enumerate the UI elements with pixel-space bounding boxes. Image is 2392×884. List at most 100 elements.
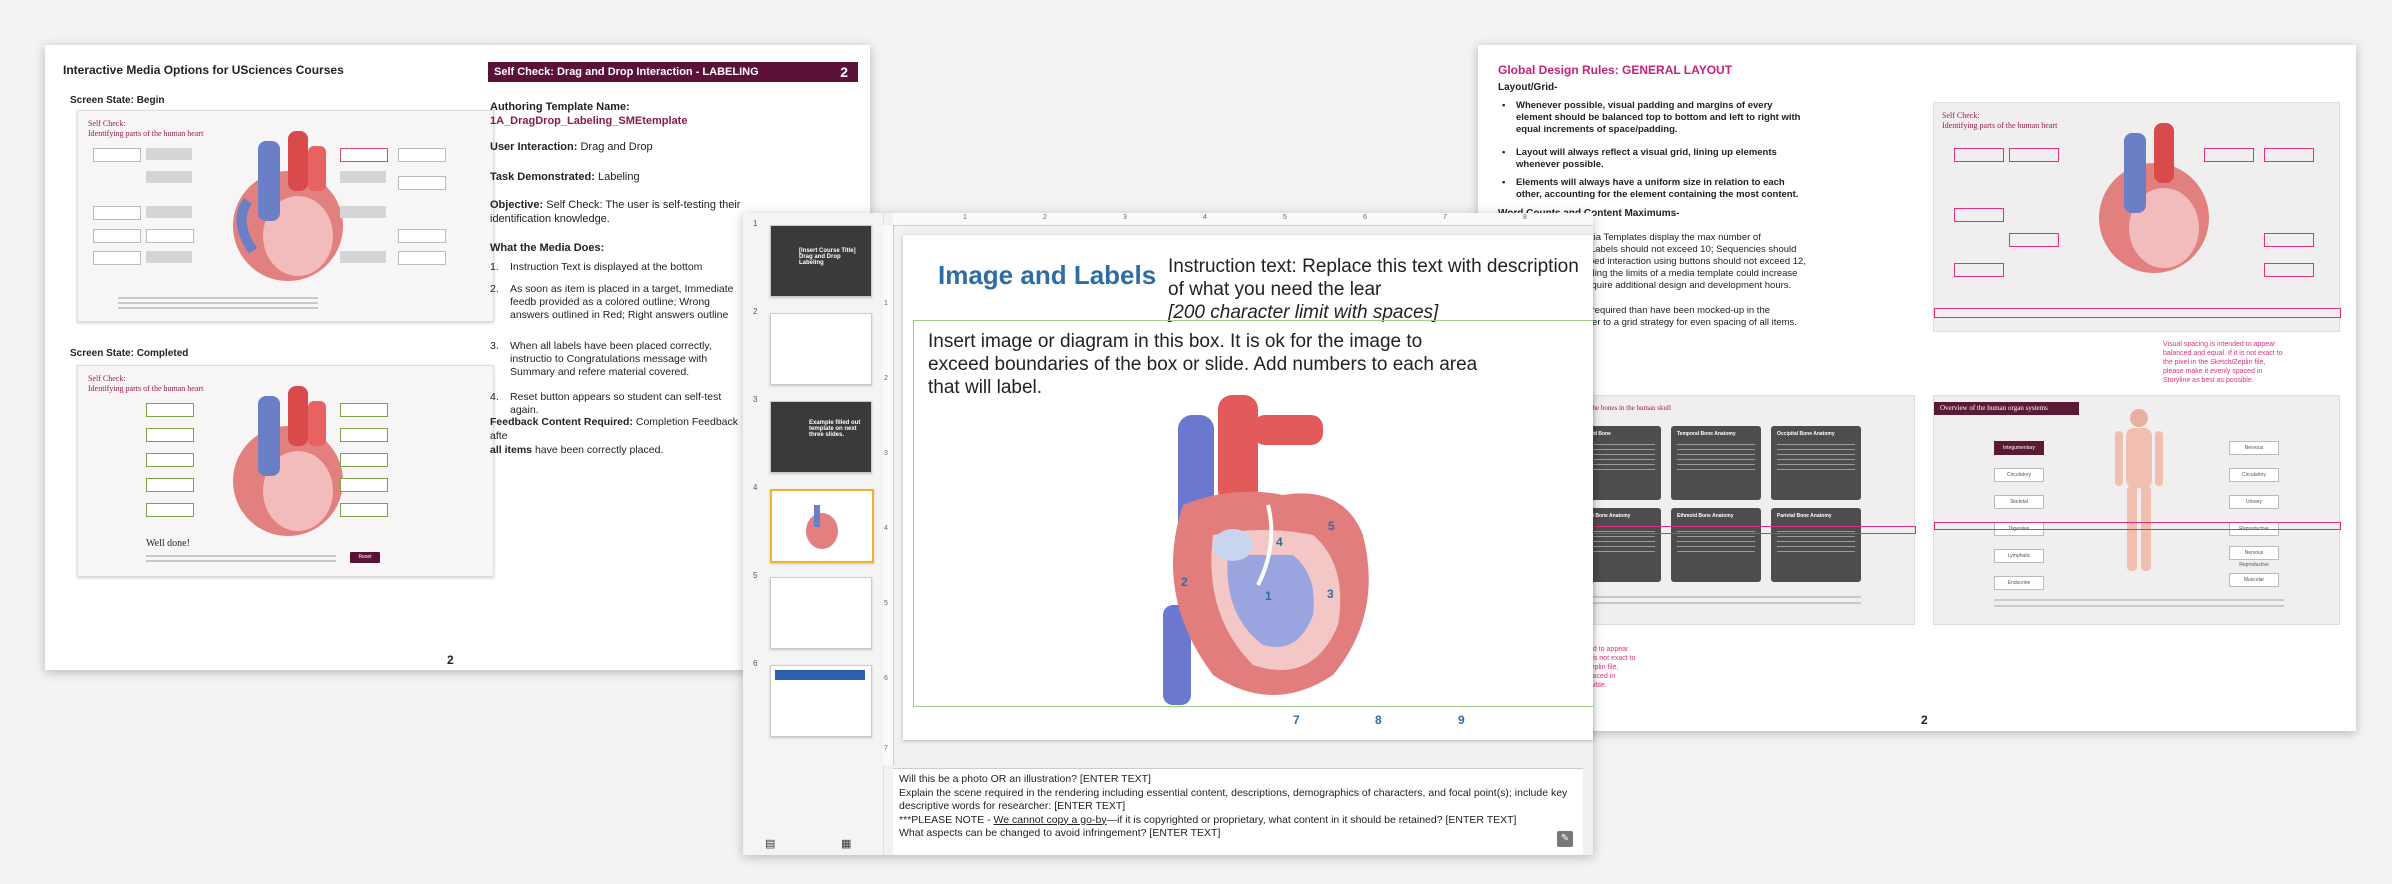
bone-card[interactable]: Temporal Bone Anatomy <box>1671 426 1761 500</box>
organ-button[interactable]: Endocrine <box>1994 576 2044 590</box>
bone-card[interactable]: Occipital Bone Anatomy <box>1771 426 1861 500</box>
spacing-guide <box>1954 148 2004 162</box>
thumb-title: Self Check: Identifying parts of the huma… <box>88 374 204 393</box>
slide-thumb-2[interactable] <box>770 313 872 385</box>
placed-label <box>146 403 194 417</box>
heart-illustration <box>233 386 343 536</box>
slide-title[interactable]: Image and Labels <box>938 260 1156 291</box>
heart-layout-mockup: Self Check: Identifying parts of the huma… <box>1933 102 2341 332</box>
placed-label <box>146 503 194 517</box>
list-item: 3. When all labels have been placed corre… <box>490 340 712 378</box>
label-item[interactable] <box>146 229 194 243</box>
drop-slot[interactable] <box>340 251 386 263</box>
section-header: Self Check: Drag and Drop Interaction - … <box>488 62 858 82</box>
summary-lines <box>146 552 336 562</box>
spacing-guide <box>2264 263 2314 277</box>
heart-number-1: 1 <box>1265 589 1272 603</box>
organ-button[interactable]: Lymphatic <box>1994 549 2044 563</box>
spacing-guide <box>1954 263 2004 277</box>
drop-slot[interactable] <box>146 206 192 218</box>
doc-title: Interactive Media Options for USciences … <box>63 63 344 77</box>
drop-slot[interactable] <box>146 251 192 263</box>
grid-view-icon[interactable]: ▦ <box>841 837 851 850</box>
slide-canvas[interactable]: Image and Labels Instruction text: Repla… <box>903 235 1593 740</box>
organ-button[interactable]: Urinary <box>2229 495 2279 509</box>
notes-line: Will this be a photo OR an illustration?… <box>899 773 1151 785</box>
spacing-guide <box>2264 233 2314 247</box>
heart-diagram[interactable] <box>1123 385 1403 715</box>
instruction-text[interactable]: Instruction text: Replace this text with… <box>1168 255 1593 324</box>
thumb-header-bar <box>775 670 865 680</box>
task-demonstrated: Task Demonstrated: Labeling <box>490 171 640 183</box>
speaker-notes[interactable]: Will this be a photo OR an illustration?… <box>893 768 1583 855</box>
organ-button[interactable]: Circulatory <box>1994 468 2044 482</box>
horizontal-ruler: 1 2 3 4 5 6 7 8 <box>893 213 1593 226</box>
label-item[interactable] <box>93 148 141 162</box>
heart-number-2: 2 <box>1181 575 1188 589</box>
layout-grid-heading: Layout/Grid- <box>1498 82 1558 93</box>
page-number: 2 <box>1921 713 1928 727</box>
placed-label <box>340 478 388 492</box>
bottom-number: 7 <box>1293 713 1300 727</box>
label-item[interactable] <box>398 148 446 162</box>
slide-thumb-1[interactable]: [Insert Course Title] Drag and Drop Labe… <box>770 225 872 297</box>
label-item[interactable] <box>93 206 141 220</box>
notes-line: ***PLEASE NOTE - We cannot copy a go-by—… <box>899 813 1517 826</box>
label-item[interactable] <box>398 176 446 190</box>
slide-number: 2 <box>753 307 758 316</box>
heart-number-5: 5 <box>1328 519 1335 533</box>
completed-state-thumbnail: Self Check: Identifying parts of the huma… <box>77 365 494 577</box>
notes-line: Explain the scene required in the render… <box>899 786 1568 813</box>
thumb-text: Example filled out template on next thre… <box>809 420 861 438</box>
media-does-heading: What the Media Does: <box>490 242 605 254</box>
slide-thumbnail-pane[interactable]: 1 [Insert Course Title] Drag and Drop La… <box>743 213 884 855</box>
feedback-content: Feedback Content Required: Completion Fe… <box>490 416 738 456</box>
placed-label <box>340 453 388 467</box>
label-item[interactable] <box>398 251 446 265</box>
spacing-note: Visual spacing is intended to appear bal… <box>2163 341 2283 384</box>
drop-slot[interactable] <box>340 206 386 218</box>
organ-button[interactable]: Muscular <box>2229 573 2279 587</box>
label-item[interactable] <box>93 251 141 265</box>
placed-label <box>340 503 388 517</box>
slide-number: 5 <box>753 571 758 580</box>
list-item: 2. As soon as item is placed in a target,… <box>490 283 734 321</box>
slide-number: 4 <box>753 483 758 492</box>
slide-thumb-3[interactable]: Example filled out template on next thre… <box>770 401 872 473</box>
section-number: 2 <box>840 64 848 80</box>
sticky-note-icon[interactable]: ✎ <box>1557 831 1573 847</box>
label-item[interactable] <box>340 148 388 162</box>
placed-label <box>340 428 388 442</box>
drop-slot[interactable] <box>340 171 386 183</box>
thumb-heart <box>806 505 838 549</box>
label-item[interactable] <box>398 229 446 243</box>
view-toggle-bar: ▤ ▦ <box>743 833 883 855</box>
organ-button[interactable]: Skeletal <box>1994 495 2044 509</box>
drop-slot[interactable] <box>146 148 192 160</box>
heart-number-3: 3 <box>1327 587 1334 601</box>
reset-button[interactable]: Reset <box>350 552 380 563</box>
organ-button[interactable]: Nervous Reproductive <box>2229 546 2279 568</box>
caption-lines <box>1994 599 2284 607</box>
organ-button[interactable]: Circulatory <box>2229 468 2279 482</box>
drop-slot[interactable] <box>146 171 192 183</box>
bone-card[interactable]: Ethmoid Bone Anatomy <box>1671 508 1761 582</box>
spacing-guide <box>1934 308 2341 318</box>
list-item: 1. Instruction Text is displayed at the b… <box>490 261 703 273</box>
organ-button[interactable]: Nervous <box>2229 441 2279 455</box>
organ-button[interactable]: Integumentary <box>1994 441 2044 455</box>
spacing-guide <box>1954 208 2004 222</box>
thumb-text: [Insert Course Title] Drag and Drop Labe… <box>799 248 856 266</box>
bullet-item: Layout will always reflect a visual grid… <box>1502 147 1806 171</box>
human-body-figure <box>2115 409 2163 571</box>
slide-thumb-4[interactable] <box>770 489 874 563</box>
right-document-page: Global Design Rules: GENERAL LAYOUT Layo… <box>1478 45 2356 731</box>
normal-view-icon[interactable]: ▤ <box>765 837 775 850</box>
label-item[interactable] <box>93 229 141 243</box>
slide-thumb-6[interactable] <box>770 665 872 737</box>
slide-number: 6 <box>753 659 758 668</box>
spacing-guide <box>2009 148 2059 162</box>
caption-lines <box>1571 596 1861 604</box>
slide-thumb-5[interactable] <box>770 577 872 649</box>
bone-card[interactable]: Parietal Bone Anatomy <box>1771 508 1861 582</box>
